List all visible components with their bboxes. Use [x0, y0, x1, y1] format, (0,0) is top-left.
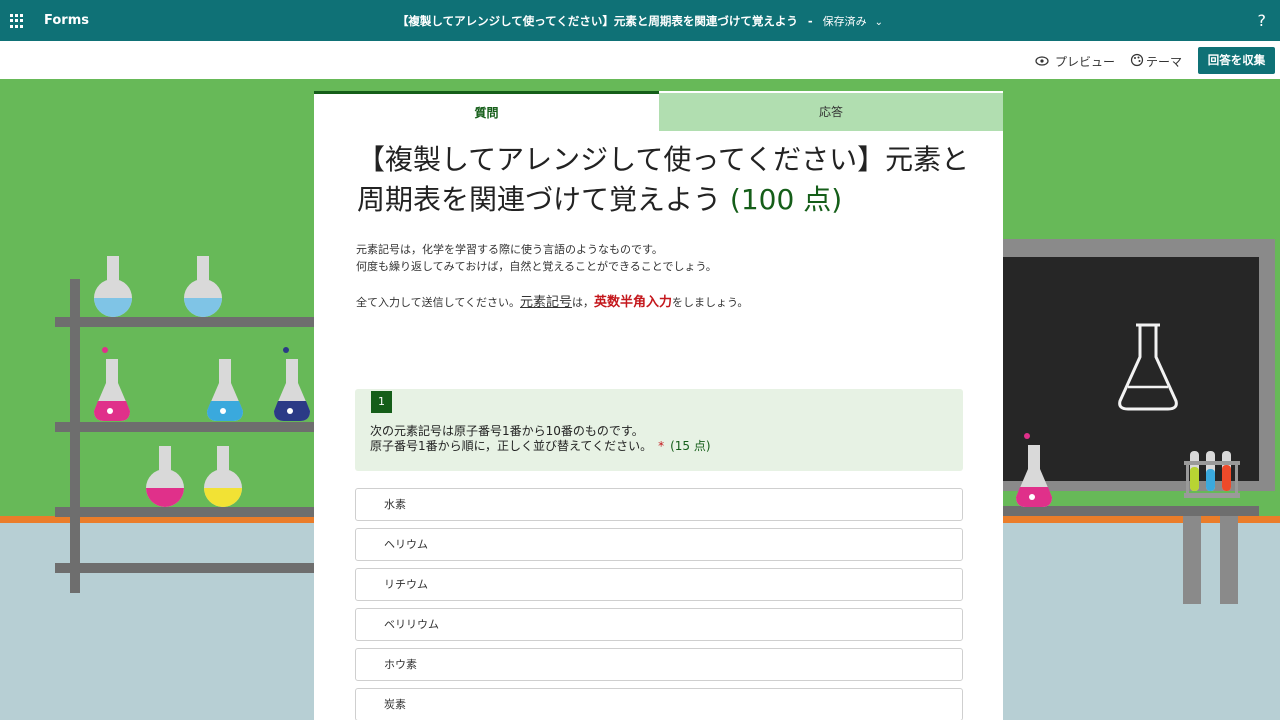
instruction-text: をしましょう。: [672, 296, 749, 309]
instruction-text: は，: [572, 296, 595, 309]
round-flask-icon: [204, 446, 242, 507]
question-line: 原子番号1番から順に，正しく並び替えてください。: [370, 439, 653, 453]
form-description[interactable]: 元素記号は，化学を学習する際に使う言語のようなものです。 何度も繰り返してみてお…: [356, 241, 717, 275]
table-leg: [1220, 516, 1238, 604]
conical-flask-icon: [94, 347, 130, 421]
question-points: (15 点): [670, 439, 711, 453]
form-title-text: 【複製してアレンジして使ってください】元素と周期表を関連づけて覚えよう: [357, 143, 970, 216]
conical-flask-icon: [1016, 433, 1052, 507]
preview-button[interactable]: プレビュー: [1035, 53, 1115, 70]
question-number-badge: 1: [371, 391, 392, 413]
required-marker: *: [658, 439, 665, 453]
command-bar: プレビュー テーマ: [0, 41, 1280, 79]
test-tube-rack-icon: [1184, 451, 1240, 498]
document-title: 【複製してアレンジして使ってください】元素と周期表を関連づけて覚えよう: [396, 14, 798, 28]
conical-flask-icon: [274, 347, 310, 421]
question-text: 次の元素記号は原子番号1番から10番のものです。 原子番号1番から順に，正しく並…: [370, 424, 711, 454]
ranking-option[interactable]: 水素: [355, 488, 963, 521]
ranking-option[interactable]: ホウ素: [355, 648, 963, 681]
ranking-option[interactable]: リチウム: [355, 568, 963, 601]
document-title-area[interactable]: 【複製してアレンジして使ってください】元素と周期表を関連づけて覚えよう - 保存…: [0, 13, 1280, 29]
theme-label: テーマ: [1146, 55, 1183, 69]
chevron-down-icon[interactable]: ⌄: [875, 17, 883, 28]
save-status: 保存済み: [822, 15, 867, 28]
round-flask-icon: [94, 256, 132, 317]
conical-flask-icon: [207, 359, 243, 421]
shelf: [55, 317, 315, 327]
round-flask-icon: [184, 256, 222, 317]
title-separator: -: [807, 14, 813, 28]
instruction-highlight: 英数半角入力: [594, 295, 673, 310]
chalk-flask-icon: [1118, 323, 1178, 411]
theme-button[interactable]: テーマ: [1130, 53, 1182, 70]
instruction-underlined: 元素記号: [520, 295, 573, 310]
preview-label: プレビュー: [1055, 55, 1116, 69]
question-line: 次の元素記号は原子番号1番から10番のものです。: [370, 424, 644, 438]
ranking-option[interactable]: ベリリウム: [355, 608, 963, 641]
form-panel: 質問 応答 【複製してアレンジして使ってください】元素と周期表を関連づけて覚えよ…: [314, 91, 1003, 720]
description-line: 元素記号は，化学を学習する際に使う言語のようなものです。: [356, 243, 663, 256]
top-bar: Forms 【複製してアレンジして使ってください】元素と周期表を関連づけて覚えよ…: [0, 0, 1280, 41]
ranking-option[interactable]: 炭素: [355, 688, 963, 720]
ranking-option[interactable]: ヘリウム: [355, 528, 963, 561]
shelf: [55, 563, 315, 573]
palette-icon: [1130, 53, 1144, 70]
form-total-points: (100 点): [729, 183, 843, 216]
description-line: 何度も繰り返してみておけば，自然と覚えることができることでしょう。: [356, 260, 717, 273]
tab-questions[interactable]: 質問: [314, 91, 659, 131]
help-icon[interactable]: ?: [1258, 11, 1267, 30]
round-flask-icon: [146, 446, 184, 507]
shelf: [55, 422, 315, 432]
form-instruction[interactable]: 全て入力して送信してください。元素記号は，英数半角入力をしましょう。: [356, 291, 748, 310]
instruction-text: 全て入力して送信してください。: [356, 296, 521, 309]
eye-icon: [1035, 55, 1049, 69]
shelf: [55, 507, 315, 517]
form-title[interactable]: 【複製してアレンジして使ってください】元素と周期表を関連づけて覚えよう (100…: [357, 140, 977, 220]
question-card[interactable]: 1 次の元素記号は原子番号1番から10番のものです。 原子番号1番から順に，正し…: [355, 389, 963, 471]
table-leg: [1183, 516, 1201, 604]
tab-responses[interactable]: 応答: [659, 93, 1003, 131]
collect-responses-button[interactable]: 回答を収集: [1198, 47, 1275, 74]
